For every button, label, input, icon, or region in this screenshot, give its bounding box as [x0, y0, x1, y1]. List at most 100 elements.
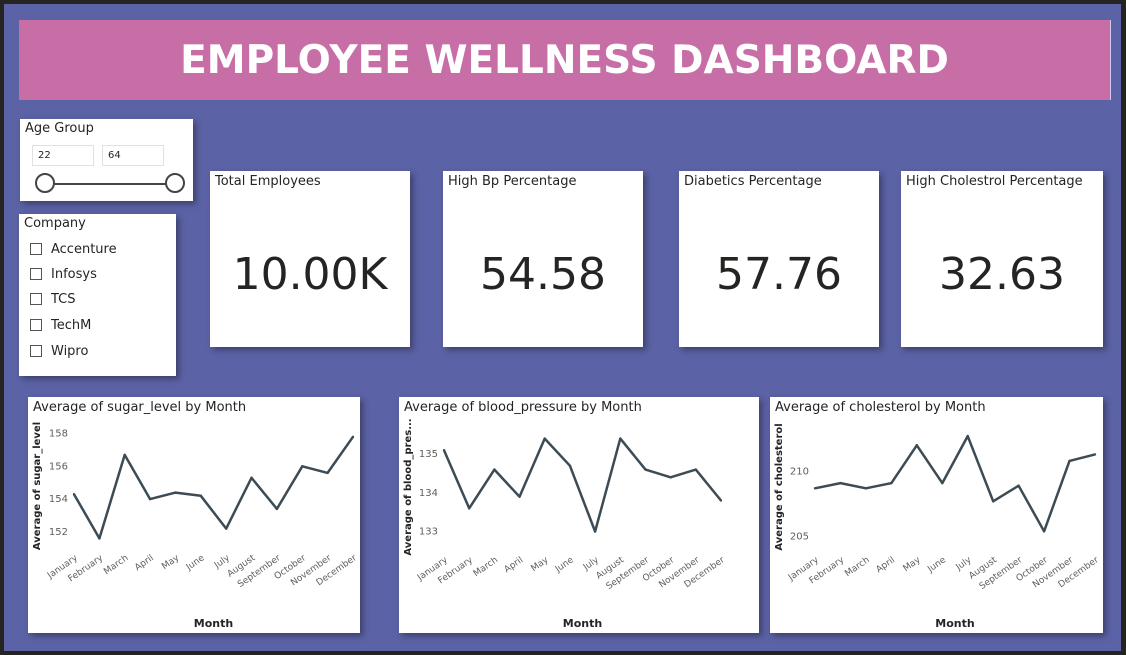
data-point — [813, 487, 817, 490]
kpi-value: 32.63 — [939, 249, 1065, 300]
checkbox[interactable] — [30, 293, 42, 305]
company-option-infosys[interactable]: Infosys — [30, 264, 97, 284]
x-tick-label: April — [133, 553, 156, 573]
age-slider-min-handle[interactable] — [35, 173, 55, 193]
y-tick-label: 133 — [419, 527, 438, 538]
x-tick-label: May — [529, 555, 551, 574]
blood-pressure-chart: Average of blood_pressure by Month 133 13… — [399, 397, 759, 633]
checkbox[interactable] — [30, 243, 42, 255]
y-tick-label: 156 — [49, 461, 68, 472]
data-point — [694, 468, 698, 471]
sugar-level-plot: 152154156158Average of sugar_levelJanuar… — [32, 422, 359, 630]
data-point — [224, 527, 228, 530]
data-point — [543, 437, 546, 440]
data-point — [275, 507, 279, 511]
age-min-input[interactable]: 22 — [32, 145, 94, 166]
data-point — [1068, 459, 1071, 463]
y-tick-label: 205 — [790, 532, 809, 543]
x-axis-label: Month — [194, 617, 233, 630]
kpi-value: 54.58 — [480, 249, 606, 300]
data-point — [467, 507, 471, 510]
age-group-slicer: Age Group 22 64 — [20, 119, 193, 201]
x-tick-label: May — [160, 553, 182, 572]
company-option-label: Wipro — [51, 343, 89, 359]
y-tick-label: 135 — [419, 449, 438, 460]
data-point — [1017, 484, 1020, 487]
data-point — [915, 444, 919, 447]
company-option-label: TCS — [51, 291, 76, 307]
x-tick-label: May — [902, 555, 924, 574]
x-axis-label: Month — [563, 617, 602, 630]
data-point — [148, 497, 152, 501]
sugar-level-chart: Average of sugar_level by Month 152 154 15… — [28, 397, 360, 633]
data-point — [351, 435, 355, 439]
company-slicer: Company Accenture Infosys TCS TechM Wipr… — [19, 214, 176, 376]
data-point — [1093, 453, 1097, 456]
y-tick-label: 134 — [419, 488, 438, 499]
dashboard-title-band: EMPLOYEE WELLNESS DASHBOARD — [19, 20, 1111, 100]
data-point — [72, 492, 76, 496]
data-point — [890, 481, 893, 485]
data-point — [619, 437, 622, 440]
age-slider-max-handle[interactable] — [165, 173, 185, 193]
y-tick-label: 158 — [49, 429, 68, 440]
kpi-card-total-employees: Total Employees 10.00K — [210, 171, 410, 347]
data-point — [199, 494, 203, 498]
y-axis-label: Average of cholesterol — [774, 423, 785, 550]
x-tick-label: March — [843, 555, 871, 579]
age-max-input[interactable]: 64 — [102, 145, 164, 166]
report-canvas: EMPLOYEE WELLNESS DASHBOARD Age Group 22… — [4, 4, 1121, 651]
dashboard-title: EMPLOYEE WELLNESS DASHBOARD — [180, 37, 949, 83]
checkbox[interactable] — [30, 345, 42, 357]
company-option-label: TechM — [51, 317, 92, 333]
kpi-card-high-bp: High Bp Percentage 54.58 — [443, 171, 643, 347]
kpi-label: High Cholestrol Percentage — [906, 174, 1083, 189]
data-point — [301, 465, 304, 468]
age-group-slicer-title: Age Group — [25, 121, 94, 136]
cholesterol-plot: 205210Average of cholesterolJanuaryFebru… — [774, 423, 1101, 630]
kpi-card-diabetics: Diabetics Percentage 57.76 — [679, 171, 879, 347]
data-point — [123, 453, 126, 457]
y-tick-label: 154 — [49, 494, 68, 505]
series-line — [814, 434, 1096, 533]
kpi-value: 10.00K — [232, 249, 388, 300]
y-tick-label: 210 — [790, 466, 809, 477]
y-tick-label: 152 — [49, 527, 68, 538]
company-option-label: Infosys — [51, 266, 97, 282]
company-option-accenture[interactable]: Accenture — [30, 239, 117, 259]
series-line — [72, 436, 355, 540]
company-option-techm[interactable]: TechM — [30, 315, 91, 335]
data-point — [839, 481, 842, 485]
company-option-tcs[interactable]: TCS — [30, 289, 76, 309]
data-point — [250, 476, 253, 480]
data-point — [98, 537, 101, 540]
checkbox[interactable] — [30, 268, 42, 280]
chart-title: Average of blood_pressure by Month — [404, 400, 642, 415]
data-point — [864, 487, 868, 490]
x-tick-label: March — [102, 553, 130, 577]
x-tick-label: June — [925, 555, 948, 575]
data-point — [568, 464, 572, 467]
checkbox[interactable] — [30, 319, 42, 331]
company-option-wipro[interactable]: Wipro — [30, 341, 88, 361]
data-point — [719, 499, 723, 502]
y-axis-label: Average of blood_pres... — [403, 418, 414, 555]
chart-title: Average of cholesterol by Month — [775, 400, 986, 415]
data-point — [941, 481, 944, 485]
data-point — [518, 495, 521, 498]
series-line — [442, 437, 722, 533]
company-slicer-title: Company — [24, 216, 86, 231]
y-axis-label: Average of sugar_level — [32, 422, 43, 550]
x-tick-label: April — [874, 555, 897, 575]
blood-pressure-plot: 133134135Average of blood_pres...January… — [403, 418, 727, 630]
chart-title: Average of sugar_level by Month — [33, 400, 247, 415]
kpi-card-high-cholesterol: High Cholestrol Percentage 32.63 — [901, 171, 1103, 347]
data-point — [493, 468, 496, 471]
x-tick-label: March — [472, 555, 500, 579]
company-option-label: Accenture — [51, 241, 117, 257]
kpi-label: Total Employees — [215, 174, 321, 189]
data-point — [966, 434, 969, 438]
x-axis-label: Month — [935, 617, 974, 630]
data-point — [1042, 530, 1046, 533]
age-slider-track[interactable] — [45, 183, 173, 185]
